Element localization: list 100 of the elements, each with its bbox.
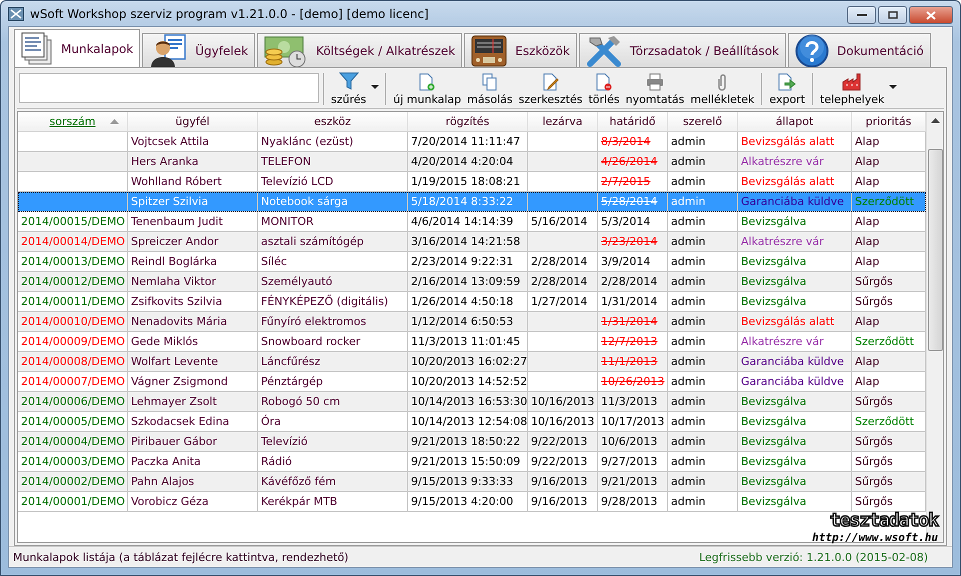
- table-cell: 2/28/2014: [531, 275, 588, 288]
- table-cell: 2014/00015/DEMO: [21, 215, 125, 228]
- table-cell: 11/1/2013: [601, 355, 658, 368]
- table-cell: Robogó 50 cm: [261, 395, 340, 408]
- table-cell: Sűrgős: [855, 395, 893, 408]
- column-header[interactable]: sorszám: [18, 112, 128, 131]
- close-button[interactable]: [909, 6, 953, 24]
- table-cell: Garanciába küldve: [741, 195, 844, 208]
- table-cell: admin: [671, 355, 706, 368]
- column-header[interactable]: szerelő: [668, 112, 738, 131]
- table-row[interactable]: 2014/00006/DEMO Lehmayer Zsolt Robogó 50 cm 10/14/2013 16:53:30 10/16/2013 11/3/2013 admin Bevizsgálva Sűrgős: [18, 392, 926, 412]
- table-cell: Bevizsgálva: [741, 295, 806, 308]
- table-cell: Garanciába küldve: [741, 355, 844, 368]
- table-cell: Láncfűrész: [261, 355, 320, 368]
- toolbar-button[interactable]: szerkesztés: [516, 70, 586, 108]
- table-cell: 9/21/2013 15:50:09: [411, 455, 520, 468]
- table-cell: 2014/00003/DEMO: [21, 455, 125, 468]
- column-header[interactable]: lezárva: [528, 112, 598, 131]
- table-cell: Alap: [855, 235, 880, 248]
- table-cell: Wohlland Róbert: [131, 175, 222, 188]
- version-status: Legfrissebb verzió: 1.21.0.0 (2015-02-08): [699, 550, 928, 564]
- table-row[interactable]: Hers Aranka TELEFON 4/20/2014 4:20:04 4/26/2014 admin Alkatrészre vár Alap: [18, 152, 926, 172]
- search-field[interactable]: [19, 73, 319, 103]
- maximize-button[interactable]: [878, 6, 907, 24]
- table-cell: Vojtcsek Attila: [131, 135, 209, 148]
- table-row[interactable]: 2014/00012/DEMO Nemlaha Viktor Személyautó 2/16/2014 13:09:59 2/28/2014 2/28/2014 admin Bevizsgálva Sűrgős: [18, 272, 926, 292]
- toolbar-button[interactable]: szűrés: [328, 70, 370, 108]
- table-row[interactable]: 2014/00004/DEMO Piribauer Gábor Televízió 9/21/2013 18:50:22 9/22/2013 10/6/2013 admin Bevizsgálva Sűrgős: [18, 432, 926, 452]
- toolbar-button[interactable]: másolás: [464, 70, 516, 108]
- table-cell: 10/6/2013: [601, 435, 658, 448]
- help-icon: [794, 34, 829, 68]
- toolbar-button[interactable]: mellékletek: [687, 70, 758, 108]
- table-cell: 1/19/2015 18:08:21: [411, 175, 520, 188]
- toolbar-button[interactable]: export: [766, 70, 808, 108]
- table-cell: 2014/00008/DEMO: [21, 355, 125, 368]
- table-cell: Bevizsgálva: [741, 455, 806, 468]
- factory-icon: [842, 73, 862, 91]
- column-header[interactable]: eszköz: [258, 112, 408, 131]
- tab[interactable]: Eszközök: [464, 33, 577, 67]
- table-cell: Pénztárgép: [261, 375, 323, 388]
- tab[interactable]: Dokumentáció: [788, 33, 931, 67]
- table-row[interactable]: 2014/00014/DEMO Spreiczer Andor asztali számítógép 3/16/2014 14:21:58 3/23/2014 admin Alkatrészre vár Alap: [18, 232, 926, 252]
- table-cell: Bevizsgálás alatt: [741, 175, 834, 188]
- table-cell: admin: [671, 495, 706, 508]
- export-icon: [778, 73, 796, 91]
- toolbar-button[interactable]: nyomtatás: [622, 70, 688, 108]
- table-cell: 2014/00011/DEMO: [21, 295, 125, 308]
- table-cell: 10/17/2013: [601, 415, 664, 428]
- table-cell: TELEFON: [261, 155, 311, 168]
- table-cell: asztali számítógép: [261, 235, 364, 248]
- table-cell: Bevizsgálva: [741, 435, 806, 448]
- table-cell: Alap: [855, 255, 880, 268]
- table-cell: Sűrgős: [855, 275, 893, 288]
- column-header[interactable]: rögzítés: [408, 112, 528, 131]
- table-cell: 1/31/2014: [601, 315, 658, 328]
- table-cell: 2014/00013/DEMO: [21, 255, 125, 268]
- table-cell: 10/26/2013: [601, 375, 664, 388]
- table-cell: 5/28/2014: [601, 195, 658, 208]
- table-cell: admin: [671, 335, 706, 348]
- table-cell: Szerződött: [855, 415, 914, 428]
- table-row[interactable]: 2014/00002/DEMO Pahn Alajos Kávéfőző fém 9/15/2013 9:33:33 9/16/2013 9/21/2013 admin Bevizsgálva Sűrgős: [18, 472, 926, 492]
- table-cell: 11/3/2013 11:01:45: [411, 335, 520, 348]
- caret-icon: [889, 85, 898, 89]
- status-message: Munkalapok listája (a táblázat fejlécre kattintva, rendezhető): [13, 550, 348, 564]
- maximize-icon: [888, 11, 898, 19]
- column-header[interactable]: határidő: [598, 112, 668, 131]
- table-cell: Bevizsgálva: [741, 275, 806, 288]
- table-cell: 9/27/2013: [601, 455, 658, 468]
- table-row[interactable]: 2014/00010/DEMO Nenadovits Mária Fűnyíró elektromos 1/12/2014 6:50:53 1/31/2014 admin Bevizsgálás alatt Alap: [18, 312, 926, 332]
- table-cell: Sűrgős: [855, 295, 893, 308]
- toolbar-button[interactable]: telephelyek: [817, 70, 888, 108]
- table-cell: 2/23/2014 9:22:31: [411, 255, 514, 268]
- table-cell: Alap: [855, 215, 880, 228]
- table-cell: 5/18/2014 8:33:22: [411, 195, 514, 208]
- table-cell: Kávéfőző fém: [261, 475, 336, 488]
- table-cell: admin: [671, 475, 706, 488]
- table-cell: Gede Miklós: [131, 335, 198, 348]
- minimize-button[interactable]: [847, 6, 876, 24]
- table-cell: Nemlaha Viktor: [131, 275, 216, 288]
- table-cell: 9/21/2013 18:50:22: [411, 435, 520, 448]
- tab[interactable]: Munkalapok: [14, 29, 140, 67]
- toolbar-button[interactable]: törlés: [585, 70, 623, 108]
- table-cell: Bevizsgálás alatt: [741, 135, 834, 148]
- table-cell: 10/14/2013 12:54:08: [411, 415, 527, 428]
- table-cell: 9/16/2013: [531, 475, 588, 488]
- column-header[interactable]: állapot: [738, 112, 852, 131]
- tab[interactable]: Ügyfelek: [142, 33, 256, 67]
- column-header[interactable]: ügyfél: [128, 112, 258, 131]
- table-cell: 5/3/2014: [601, 215, 650, 228]
- tab[interactable]: Törzsadatok / Beállítások: [578, 33, 786, 67]
- table-cell: admin: [671, 295, 706, 308]
- delete-document-icon: [596, 73, 612, 91]
- table-cell: 2/28/2014: [531, 255, 588, 268]
- table-cell: 9/15/2013 4:20:00: [411, 495, 514, 508]
- tab[interactable]: Költségek / Alkatrészek: [257, 33, 462, 67]
- table-cell: Kerékpár MTB: [261, 495, 338, 508]
- table-row[interactable]: 2014/00008/DEMO Wolfart Levente Láncfűrész 10/20/2013 16:02:27 11/1/2013 admin Garanciába küldve Alap: [18, 352, 926, 372]
- toolbar-button[interactable]: új munkalap: [390, 70, 464, 108]
- table-row[interactable]: Spitzer Szilvia Notebook sárga 5/18/2014 8:33:22 5/28/2014 admin Garanciába küldve Szerződött: [18, 192, 926, 212]
- table-row[interactable]: 2014/00001/DEMO Vorobicz Géza Kerékpár MTB 9/15/2013 4:20:00 9/16/2013 9/28/2013 admin Bevizsgálva Sűrgős: [18, 492, 926, 512]
